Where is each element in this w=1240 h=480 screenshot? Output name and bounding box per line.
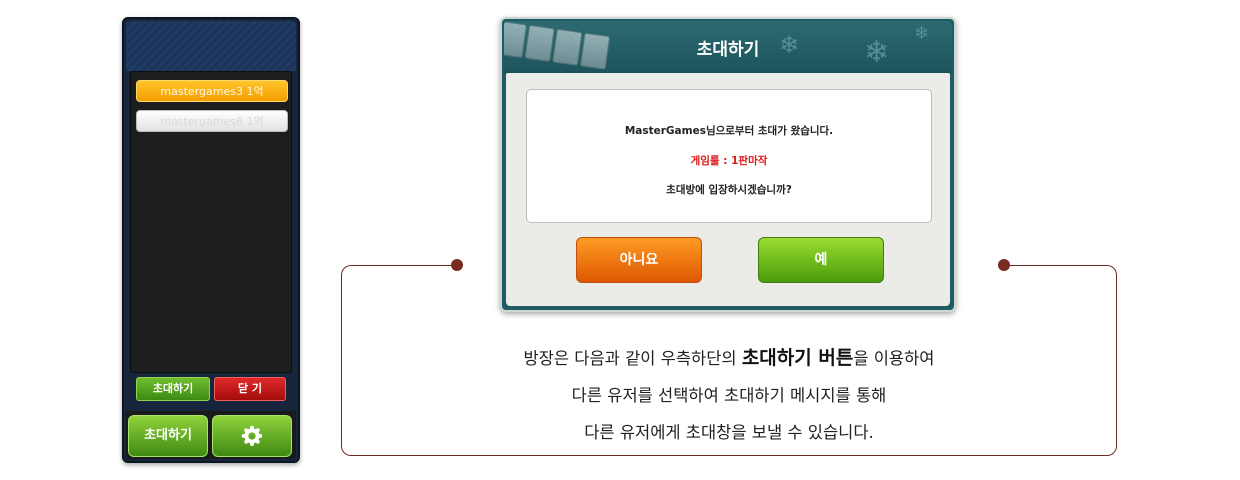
- user-list-item-selected[interactable]: mastergames3 1억: [136, 80, 288, 102]
- invite-side-panel: mastergames3 1억 mastergames6 1억 초대하기 닫 기…: [122, 17, 300, 463]
- panel-header-pattern: [126, 21, 296, 71]
- connector-line-left: [355, 265, 456, 266]
- connector-dot-left: [451, 259, 463, 271]
- caption-line-2: 다른 유저를 선택하여 초대하기 메시지를 통해: [571, 386, 887, 405]
- description-caption: 방장은 다음과 같이 우측하단의 초대하기 버튼을 이용하여 다른 유저를 선택…: [341, 340, 1117, 451]
- message-box: MasterGames님으로부터 초대가 왔습니다. 게임룰 : 1판마작 초대…: [526, 89, 932, 223]
- enter-room-question: 초대방에 입장하시겠습니까?: [666, 184, 792, 196]
- caption-highlight: 초대하기 버튼: [741, 347, 854, 369]
- gear-icon: [241, 425, 262, 446]
- invite-button[interactable]: 초대하기: [128, 415, 208, 457]
- dialog-body: MasterGames님으로부터 초대가 왔습니다. 게임룰 : 1판마작 초대…: [506, 73, 950, 306]
- invite-button-small[interactable]: 초대하기: [136, 377, 210, 401]
- user-list-item[interactable]: mastergames6 1억: [136, 110, 288, 132]
- settings-button[interactable]: [212, 415, 292, 457]
- game-rule-text: 게임룰 : 1판마작: [690, 155, 768, 167]
- caption-line-3: 다른 유저에게 초대창을 보낼 수 있습니다.: [584, 423, 874, 442]
- caption-frame-corner: [341, 265, 355, 279]
- invite-message: MasterGames님으로부터 초대가 왔습니다.: [624, 125, 834, 137]
- dialog-header: ❄ ❄ ❄ 초대하기: [504, 21, 952, 73]
- invite-dialog: ❄ ❄ ❄ 초대하기 MasterGames님으로부터 초대가 왔습니다. 게임…: [500, 17, 956, 312]
- user-list: mastergames3 1억 mastergames6 1억: [130, 71, 292, 373]
- connector-line-right: [1010, 265, 1103, 266]
- caption-line-1: 방장은 다음과 같이 우측하단의 초대하기 버튼을 이용하여: [523, 347, 935, 369]
- connector-dot-right: [998, 259, 1010, 271]
- close-button[interactable]: 닫 기: [214, 377, 286, 401]
- dialog-title: 초대하기: [696, 40, 760, 60]
- caption-frame-corner: [1103, 265, 1117, 279]
- no-button[interactable]: 아니요: [576, 237, 702, 283]
- yes-button[interactable]: 예: [758, 237, 884, 283]
